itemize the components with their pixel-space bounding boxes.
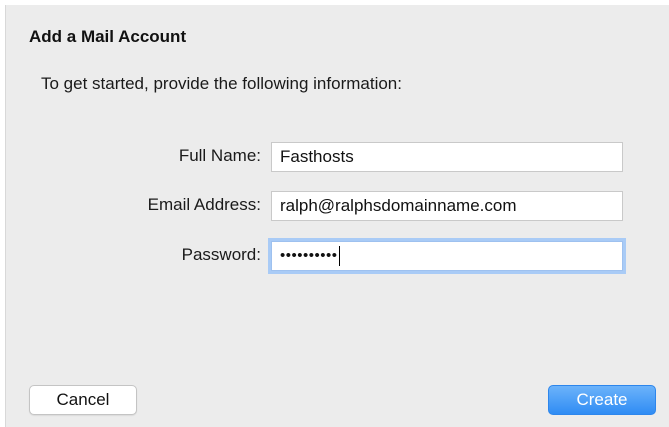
email-address-label: Email Address: [147,195,261,214]
cancel-button[interactable]: Cancel [29,385,137,415]
text-cursor [338,245,340,266]
email-address-value: ralph@ralphsdomainname.com [280,196,517,215]
password-label: Password: [181,245,261,264]
full-name-label: Full Name: [178,146,261,165]
full-name-field[interactable]: Fasthosts [271,142,623,172]
create-button[interactable]: Create [548,385,656,415]
dialog-instructions: To get started, provide the following in… [41,74,402,93]
full-name-value: Fasthosts [280,147,354,166]
add-mail-account-dialog: Add a Mail Account To get started, provi… [5,5,669,427]
password-masked-value: •••••••••• [280,247,338,264]
dialog-title: Add a Mail Account [29,27,187,46]
password-field[interactable]: •••••••••• [271,241,623,271]
email-address-field[interactable]: ralph@ralphsdomainname.com [271,191,623,221]
